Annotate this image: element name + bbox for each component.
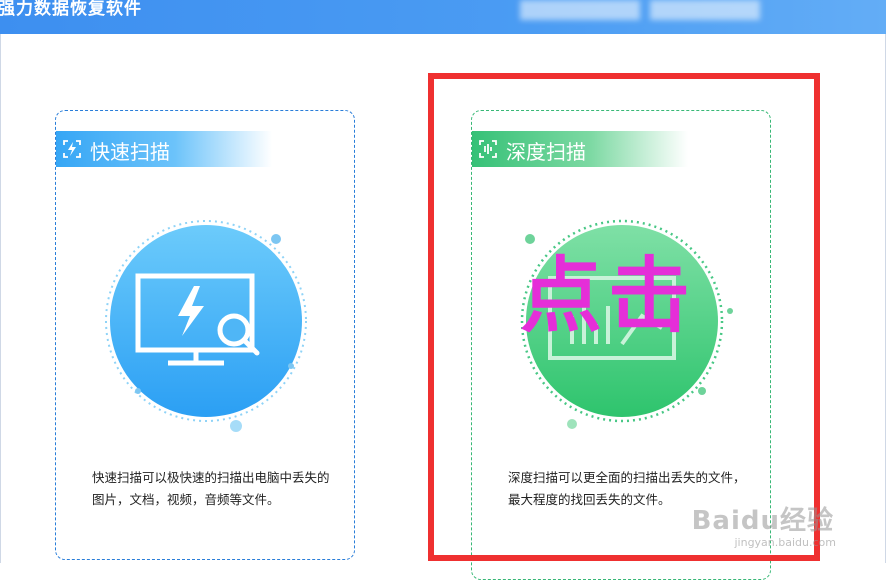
quick-scan-title: 快速扫描 [90, 140, 170, 164]
blurred-region [520, 0, 640, 20]
quick-scan-card[interactable]: 快速扫描 快速扫描可以极快速的扫描出电脑中丢失的图片，文档，视频，音频等文件。 [55, 110, 355, 560]
window-border-left [0, 34, 1, 563]
baidu-jingyan-watermark: Baidu经验 jingyan.baidu.com [691, 500, 836, 549]
lightning-scan-icon [63, 140, 81, 158]
watermark-logo: Baidu经验 [691, 506, 834, 536]
watermark-site: jingyan.baidu.com [734, 536, 836, 549]
title-bar: 强力数据恢复软件 [0, 0, 886, 34]
app-title: 强力数据恢复软件 [0, 0, 142, 19]
monitor-bolt-magnifier-icon [105, 220, 307, 432]
blurred-region [650, 0, 760, 20]
highlight-box [428, 73, 820, 561]
quick-scan-description: 快速扫描可以极快速的扫描出电脑中丢失的图片，文档，视频，音频等文件。 [92, 470, 330, 507]
quick-scan-header: 快速扫描 [56, 131, 272, 167]
